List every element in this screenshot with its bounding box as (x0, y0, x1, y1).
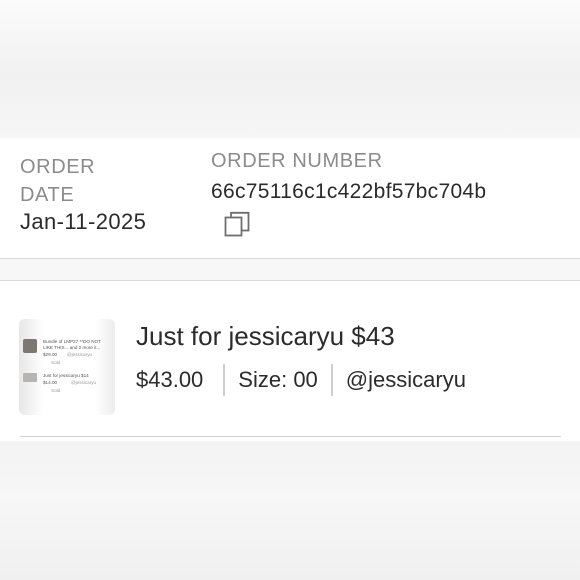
thumb-row2-title: Just for jessicaryu $14 (43, 373, 89, 378)
order-date-value: Jan-11-2025 (20, 209, 147, 234)
item-title[interactable]: Just for jessicaryu $43 (136, 321, 395, 352)
thumb-row1-title2: LIKE THIS... and 2 more it... (43, 345, 101, 350)
section-divider (0, 259, 580, 281)
thumb-row2-price: $14.00 (43, 380, 58, 385)
thumb-row1-status: Sold (51, 360, 61, 365)
order-number-value: 66c75116c1c422bf57bc704b (211, 180, 487, 203)
order-number-label: ORDER NUMBER (211, 150, 383, 172)
divider-line (20, 436, 561, 437)
item-meta: $43.00 Size: 00 @jessicaryu (136, 363, 466, 397)
order-item-row[interactable]: Bundle of LMP27 **DO NOT LIKE THIS... an… (0, 281, 580, 441)
blurred-background-top (0, 0, 580, 138)
item-size: Size: 00 (238, 367, 318, 392)
meta-divider (330, 364, 333, 396)
order-info-card: ORDER DATE Jan-11-2025 ORDER NUMBER 66c7… (0, 138, 580, 259)
thumb-row1-user: @jessicaryu (67, 352, 93, 357)
item-thumbnail[interactable]: Bundle of LMP27 **DO NOT LIKE THIS... an… (19, 319, 115, 415)
thumb-row1-price: $29.00 (43, 352, 58, 357)
meta-divider (223, 364, 226, 396)
seller-username[interactable]: @jessicaryu (346, 367, 466, 393)
thumb-row1-title: Bundle of LMP27 **DO NOT (43, 339, 101, 344)
blurred-background-bottom (0, 442, 580, 580)
item-price: $43.00 (136, 367, 204, 392)
thumbnail-image-1 (23, 339, 37, 353)
copy-icon[interactable] (224, 211, 250, 237)
thumbnail-image-2 (23, 373, 37, 382)
thumb-row2-user: @jessicaryu (71, 380, 97, 385)
order-date-label: ORDER DATE (20, 156, 96, 206)
thumb-row2-status: Sold (51, 388, 61, 393)
